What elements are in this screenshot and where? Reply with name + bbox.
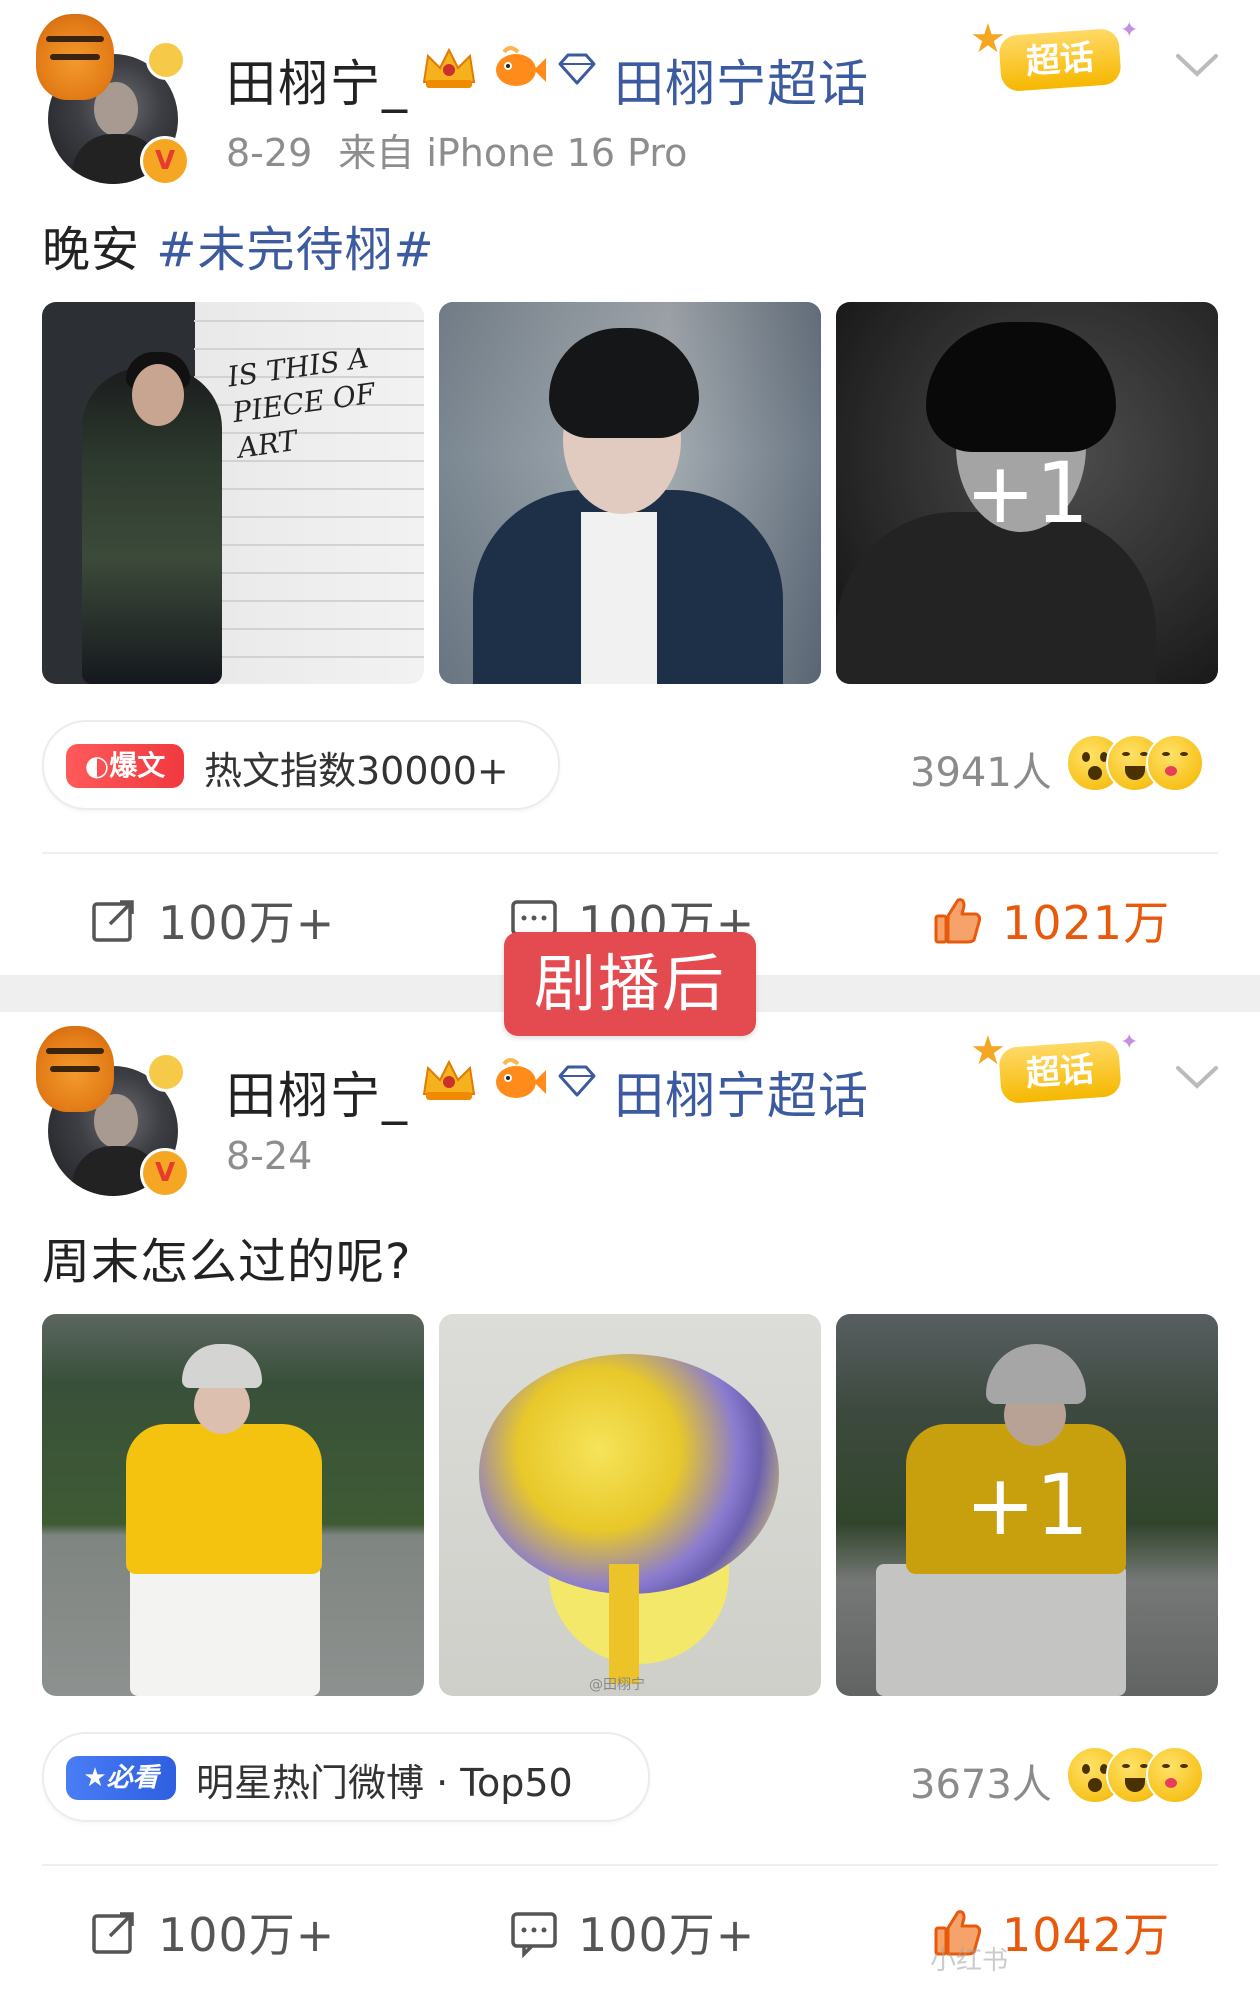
- must-see-tag: ★必看: [66, 1756, 176, 1800]
- repost-count: 100万+: [158, 1908, 336, 1962]
- like-count: 1021万: [1002, 896, 1171, 950]
- supertopic-link[interactable]: 田栩宁超话: [614, 44, 869, 116]
- verified-icon: V: [140, 136, 190, 186]
- hot-tag: ◐爆文: [66, 744, 184, 788]
- avatar[interactable]: V: [36, 1026, 190, 1198]
- reaction-emojis[interactable]: [1066, 734, 1216, 794]
- chaohua-sticker[interactable]: ★ 超话 ✦: [970, 1030, 1150, 1122]
- reactor-count[interactable]: 3941人: [910, 740, 1052, 798]
- xiaohongshu-watermark: 小红书: [930, 1946, 1009, 1976]
- fire-icon: ◐: [84, 749, 110, 782]
- post-photo[interactable]: IS THIS A PIECE OF ART: [42, 302, 424, 684]
- username[interactable]: 田栩宁_: [226, 44, 409, 116]
- weibo-post[interactable]: V 田栩宁_ 田栩宁超话 ★ 超话 ✦ 8-24 周末怎么过的呢? @田栩宁 +…: [0, 1012, 1260, 2002]
- tiger-avatar-frame-icon: [36, 1026, 114, 1112]
- reactor-count[interactable]: 3673人: [910, 1752, 1052, 1810]
- star-icon: ★: [83, 1763, 107, 1793]
- reaction-emojis[interactable]: [1066, 1746, 1216, 1806]
- chevron-down-icon[interactable]: [1172, 1062, 1222, 1092]
- crown-icon[interactable]: [418, 1054, 480, 1104]
- badge-text: 热文指数30000+: [204, 749, 509, 793]
- repost-button[interactable]: 100万+: [88, 880, 335, 960]
- photo-grid: @田栩宁 +1: [42, 1314, 1218, 1696]
- repost-button[interactable]: 100万+: [88, 1892, 335, 1972]
- post-date: 8-29: [226, 131, 313, 175]
- kiss-emoji-icon: [1146, 1746, 1204, 1804]
- repost-count: 100万+: [158, 896, 336, 950]
- badge-text: 明星热门微博 · Top50: [196, 1761, 573, 1805]
- hot-post-badge[interactable]: ◐爆文 热文指数30000+: [42, 720, 560, 810]
- post-photo[interactable]: +1: [836, 1314, 1218, 1696]
- chaohua-label: 超话: [998, 27, 1122, 93]
- star-ornament-icon: [146, 40, 186, 80]
- hashtag-link[interactable]: #未完待栩#: [156, 222, 434, 278]
- post-source: 来自 iPhone 16 Pro: [338, 131, 688, 175]
- must-see-badge[interactable]: ★必看 明星热门微博 · Top50: [42, 1732, 650, 1822]
- divider: [42, 1864, 1218, 1866]
- comment-icon: [511, 1912, 557, 1958]
- repost-icon: [92, 900, 134, 942]
- supertopic-link[interactable]: 田栩宁超话: [614, 1056, 869, 1128]
- diamond-icon: [558, 53, 596, 85]
- photo-watermark: @田栩宁: [589, 1677, 645, 1693]
- chevron-down-icon[interactable]: [1172, 50, 1222, 80]
- more-photos-count: +1: [836, 1314, 1218, 1696]
- crown-icon[interactable]: [418, 42, 480, 92]
- post-text: 周末怎么过的呢?: [42, 1234, 412, 1290]
- post-meta: 8-29 来自 iPhone 16 Pro: [226, 122, 687, 177]
- divider: [42, 852, 1218, 854]
- post-photo[interactable]: +1: [836, 302, 1218, 684]
- chaohua-label: 超话: [998, 1039, 1122, 1105]
- like-icon: [934, 898, 982, 944]
- avatar[interactable]: V: [36, 14, 190, 186]
- tiger-avatar-frame-icon: [36, 14, 114, 100]
- username[interactable]: 田栩宁_: [226, 1056, 409, 1128]
- sparkle-icon: ✦: [1120, 1030, 1139, 1055]
- chaohua-sticker[interactable]: ★ 超话 ✦: [970, 18, 1150, 110]
- comment-count: 100万+: [578, 1908, 756, 1962]
- star-ornament-icon: [146, 1052, 186, 1092]
- weibo-post[interactable]: V 田栩宁_ 田栩宁超话 ★ 超话 ✦ 8-29 来自 iPhone 16 Pro…: [0, 0, 1260, 975]
- post-meta: 8-24: [226, 1134, 312, 1178]
- comment-button[interactable]: 100万+: [508, 1892, 755, 1972]
- photo-grid: IS THIS A PIECE OF ART +1: [42, 302, 1218, 684]
- fish-icon[interactable]: [490, 1056, 546, 1106]
- sparkle-icon: ✦: [1120, 18, 1139, 43]
- after-airing-label: 剧播后: [504, 932, 756, 1036]
- post-photo[interactable]: @田栩宁: [439, 1314, 821, 1696]
- post-text-body: 晚安: [42, 222, 157, 278]
- kiss-emoji-icon: [1146, 734, 1204, 792]
- post-date: 8-24: [226, 1134, 313, 1178]
- post-photo[interactable]: [42, 1314, 424, 1696]
- like-button[interactable]: 1021万: [932, 880, 1170, 960]
- fish-icon[interactable]: [490, 44, 546, 94]
- action-bar: 100万+ 100万+ 1042万: [0, 1892, 1260, 1972]
- verified-icon: V: [140, 1148, 190, 1198]
- like-count: 1042万: [1002, 1908, 1171, 1962]
- post-photo[interactable]: [439, 302, 821, 684]
- diamond-icon: [558, 1065, 596, 1097]
- more-photos-count: +1: [836, 302, 1218, 684]
- post-text: 晚安 #未完待栩#: [42, 210, 435, 280]
- repost-icon: [92, 1912, 134, 1954]
